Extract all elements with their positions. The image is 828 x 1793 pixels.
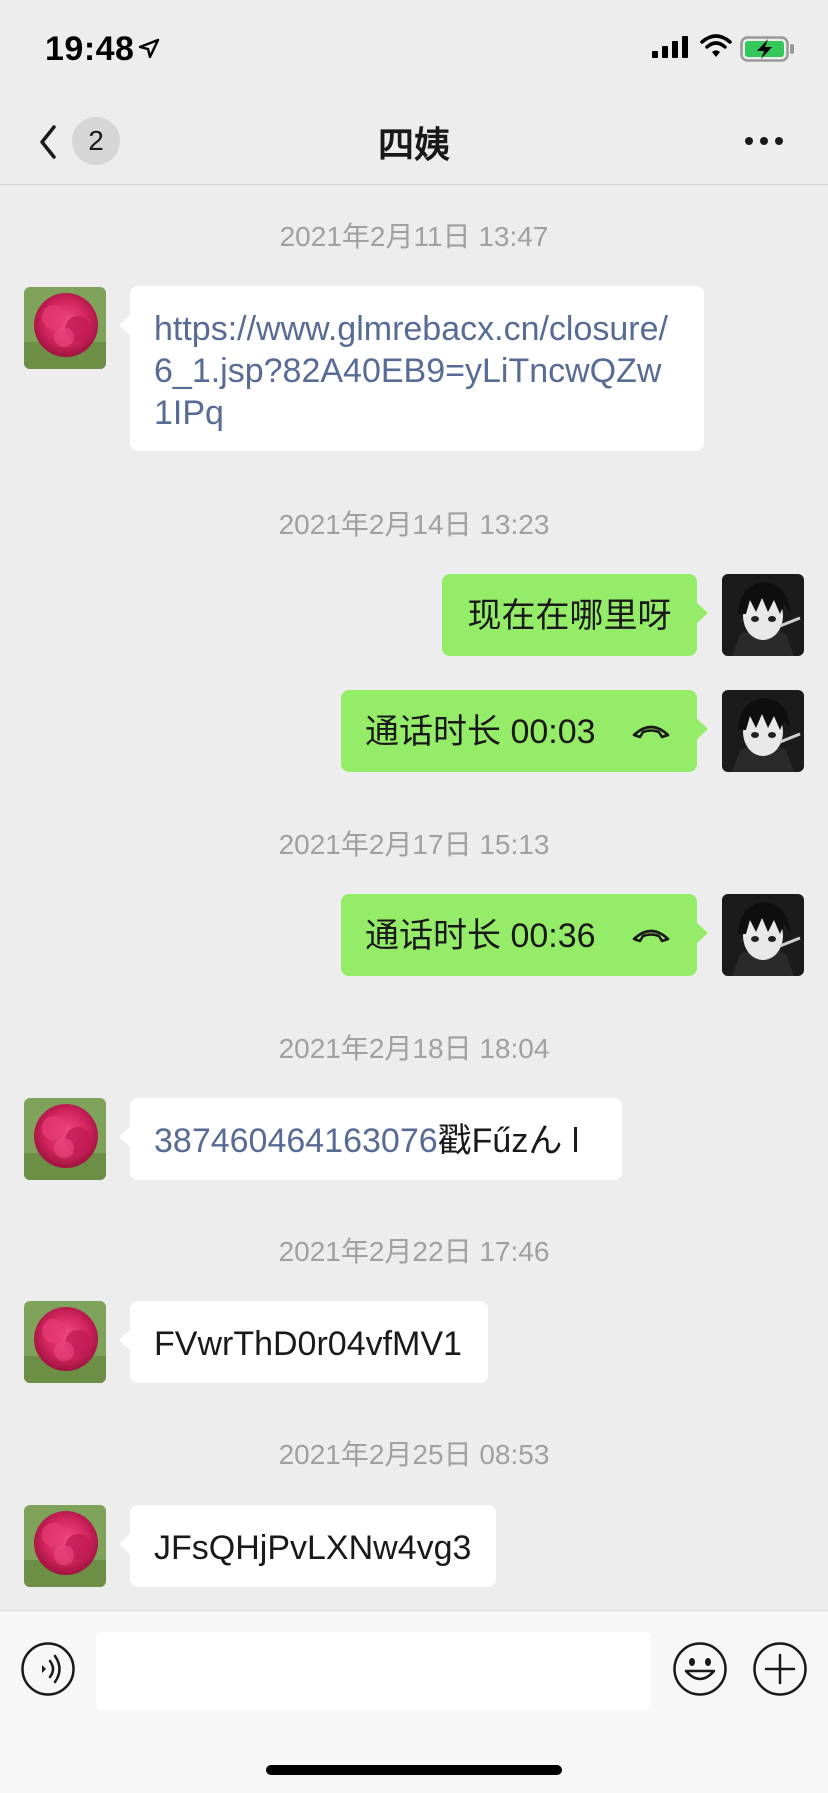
cellular-signal-icon (652, 36, 688, 58)
message-timestamp: 2021年2月25日 08:53 (278, 1439, 550, 1470)
message-link[interactable]: https://www.glmrebacx.cn/closure/6_1.jsp… (154, 310, 668, 432)
chat-history[interactable]: 2021年2月11日 13:47 https://www.glmrebacx.c… (0, 185, 828, 1610)
call-duration-text: 通话时长 00:03 (365, 713, 596, 751)
call-record-bubble[interactable]: 通话时长 00:36 (341, 894, 708, 976)
incoming-message-bubble[interactable]: FVwrThD0r04vfMV1 (119, 1301, 488, 1383)
message-timestamp: 2021年2月22日 17:46 (278, 1236, 550, 1267)
wifi-icon (700, 34, 732, 57)
message-timestamp: 2021年2月14日 13:23 (278, 509, 550, 540)
message-text: 现在在哪里呀 (467, 597, 672, 635)
self-avatar[interactable] (722, 574, 804, 656)
message-link[interactable]: 387460464163076 (154, 1122, 438, 1160)
voice-input-icon[interactable] (20, 1641, 76, 1697)
phone-hangup-icon (632, 725, 670, 739)
self-avatar[interactable] (722, 894, 804, 976)
location-arrow-icon (138, 38, 160, 59)
more-functions-plus-icon[interactable] (752, 1641, 808, 1697)
message-text: FVwrThD0r04vfMV1 (154, 1325, 462, 1363)
home-indicator[interactable] (266, 1765, 562, 1775)
contact-avatar[interactable] (24, 1301, 106, 1383)
more-options-icon[interactable] (744, 136, 784, 146)
self-avatar[interactable] (722, 690, 804, 772)
contact-avatar[interactable] (24, 1505, 106, 1587)
battery-charging-icon (740, 36, 794, 62)
call-record-bubble[interactable]: 通话时长 00:03 (341, 690, 708, 772)
message-timestamp: 2021年2月17日 15:13 (278, 829, 550, 860)
message-timestamp: 2021年2月18日 18:04 (278, 1033, 550, 1064)
message-text: JFsQHjPvLXNw4vg3 (154, 1529, 472, 1567)
incoming-message-bubble[interactable]: 387460464163076戳Fűzん l (119, 1098, 622, 1180)
incoming-message-bubble[interactable]: https://www.glmrebacx.cn/closure/6_1.jsp… (119, 286, 704, 451)
status-time: 19:48 (45, 30, 135, 68)
outgoing-message-bubble[interactable]: 现在在哪里呀 (442, 574, 708, 656)
phone-hangup-icon (632, 929, 670, 943)
message-text: 戳Fűzん l (437, 1122, 580, 1160)
contact-avatar[interactable] (24, 287, 106, 369)
message-timestamp: 2021年2月11日 13:47 (279, 221, 549, 252)
contact-avatar[interactable] (24, 1098, 106, 1180)
emoji-icon[interactable] (672, 1641, 728, 1697)
call-duration-text: 通话时长 00:36 (365, 917, 596, 955)
chat-title: 四姨 (377, 124, 450, 165)
message-input[interactable] (96, 1632, 651, 1710)
incoming-message-bubble[interactable]: JFsQHjPvLXNw4vg3 (119, 1505, 496, 1587)
